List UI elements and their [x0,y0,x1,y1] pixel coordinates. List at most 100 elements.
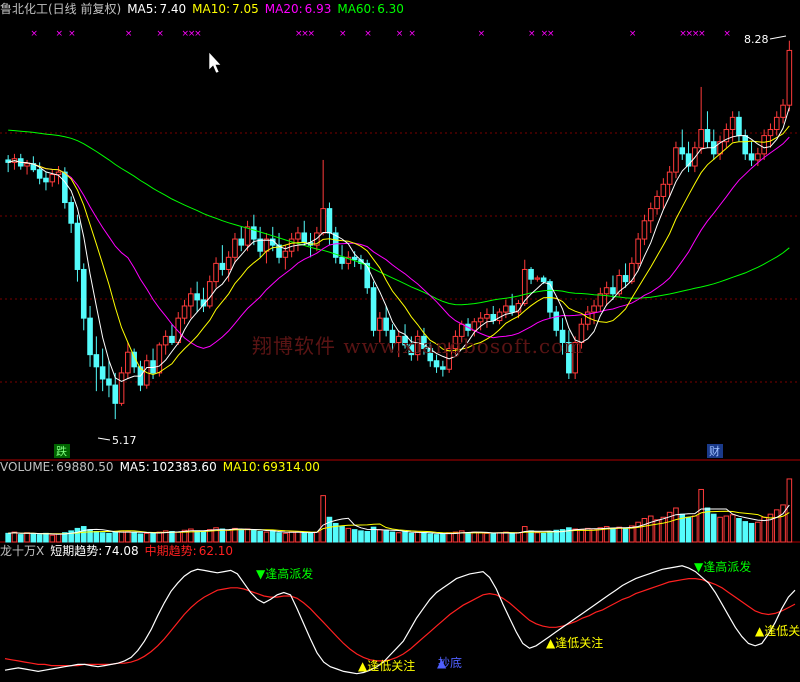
candle-body [503,305,509,313]
signal-sell-2: ▼逢高派发 [694,559,751,574]
candle-body [295,232,301,240]
volume-bar [175,531,182,543]
volume-bar [521,526,528,543]
signal-x-marker: × [339,29,347,39]
volume-bar [295,530,301,543]
high-pointer [769,35,787,40]
volume-bar [685,516,692,543]
mid-trend-value: 62.10 [198,544,234,558]
volume-bar [578,529,585,543]
candle-body [780,104,786,118]
candle-body [125,351,131,374]
volume-bar [36,534,43,543]
candle-body [629,262,635,283]
candle-body [377,317,383,331]
signal-x-marker: × [56,29,64,39]
volume-bar [11,531,18,543]
volume-bar [647,515,654,543]
candle-body [773,116,780,131]
signal-buy-1: ▲逢低关注 [358,658,415,673]
ma5-value: 7.40 [159,2,187,16]
candle-body [326,208,333,234]
volume-bar [55,533,62,543]
volume-bar [427,533,434,543]
candle-body [93,354,100,368]
candle-body [484,313,490,319]
candle-body [282,250,289,258]
volume-bar [251,529,257,543]
volume-bar [540,532,547,543]
stock-title: 鲁北化工(日线 前复权) [0,2,122,16]
volume-bar [402,530,408,543]
volume-bar [269,530,276,543]
candle-body [194,293,200,301]
volume-bar [414,531,421,543]
volume-bar [698,488,704,543]
volume-bar [421,532,427,543]
candle-body [736,116,742,137]
candle-body [622,275,629,283]
candle-body [698,129,704,149]
high-label: 8.28 [744,33,769,46]
volume-bar [729,514,736,543]
indicator-lines [4,565,796,675]
volume-bar [446,532,452,543]
volume-bar [5,532,11,543]
marker-die: 跌 [56,444,67,458]
candlestick-series [5,40,793,420]
volume-bar [339,526,345,543]
volume-bar [710,513,717,543]
candle-body [635,238,641,264]
volume-bar [276,532,282,543]
ma60-value: 6.30 [377,2,404,16]
candle-body [181,305,188,319]
volume-bar [610,527,616,543]
volume-bar [345,527,352,543]
ma10-label: MA10: [192,2,231,16]
signal-x-marker: × [364,29,372,39]
ma20-value: 6.93 [304,2,332,16]
volume-bar [307,532,314,543]
volume-bar [433,534,440,543]
candle-body [729,116,736,131]
short-trend-value: 74.08 [104,544,139,558]
signal-x-marker: × [156,29,164,39]
volume-bar [257,530,263,543]
candle-body [320,208,326,234]
candle-body [251,226,257,240]
candle-body [106,378,112,386]
volume-bar [748,522,755,543]
candle-body [673,147,679,173]
candle-body [36,169,43,179]
volume-bar [660,516,667,543]
candle-body [540,277,547,283]
volume-bar [395,532,402,543]
volume-bar [43,532,49,543]
price-header: 鲁北化工(日线 前复权) MA5: 7.40 MA10: 7.05 MA20: 6.93 MA… [0,1,410,17]
signal-x-marker: × [396,29,404,39]
marker-cai: 财 [709,444,720,458]
ma20-label: MA20: [264,2,303,16]
volume-bar [24,532,30,543]
candle-body [755,153,761,161]
signal-buy-3: ▲逢低关 [755,624,800,638]
signal-x-marker: × [125,29,133,39]
candle-body [24,163,30,167]
short-trend-line [4,565,796,675]
candle-body [244,226,251,246]
volume-bar [301,532,308,543]
candle-body [679,147,686,155]
candle-body [383,317,389,331]
volume-bar [288,531,295,543]
candle-body [742,135,749,155]
candle-body [80,268,87,319]
candle-body [704,129,711,143]
volume-bar [477,532,484,543]
watermark: 翔博软件 www.xiangbosoft.com [252,334,585,358]
volume-bar [503,531,509,543]
candle-body [660,183,667,197]
candle-body [206,281,213,307]
volume-bar [622,528,629,543]
volume-bar [755,521,761,543]
volume-bar [200,530,207,543]
